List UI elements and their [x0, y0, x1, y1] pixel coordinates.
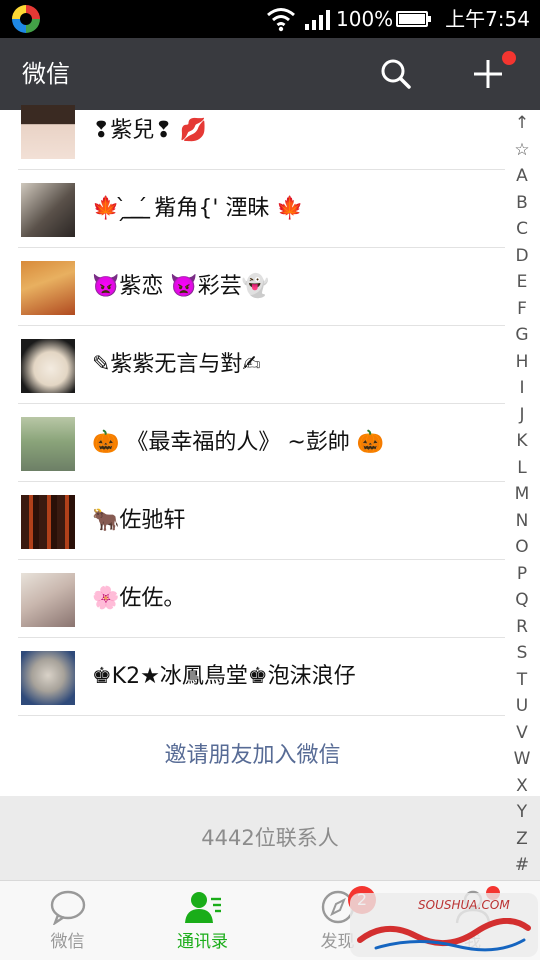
alphabet-index-letter[interactable]: #: [508, 852, 536, 879]
status-bar: 100% 上午7:54: [0, 0, 540, 38]
contact-row[interactable]: ♚K2★冰鳳鳥堂♚泡沫浪仔: [0, 638, 505, 716]
alphabet-index-letter[interactable]: ↑: [508, 110, 536, 137]
avatar: [21, 651, 75, 705]
contact-name: 🐂佐驰轩: [92, 508, 186, 533]
avatar: [21, 261, 75, 315]
avatar: [21, 495, 75, 549]
wifi-icon: [267, 8, 295, 32]
avatar: [21, 105, 75, 159]
alphabet-index-letter[interactable]: D: [508, 243, 536, 270]
contact-count: 4442位联系人: [201, 826, 339, 850]
alphabet-index-letter[interactable]: E: [508, 269, 536, 296]
alphabet-index-letter[interactable]: Y: [508, 799, 536, 826]
contact-row[interactable]: ❢紫兒❢ 💋: [0, 92, 505, 170]
avatar: [21, 183, 75, 237]
contact-row[interactable]: 🐂佐驰轩: [0, 482, 505, 560]
alphabet-index-letter[interactable]: G: [508, 322, 536, 349]
battery-percentage: 100%: [336, 7, 394, 31]
alphabet-index-letter[interactable]: T: [508, 667, 536, 694]
notification-dot: [502, 51, 516, 65]
contact-name: 🌸佐佐。: [92, 586, 186, 611]
contact-name: ✎紫紫无言与對✍: [92, 352, 261, 377]
avatar: [21, 417, 75, 471]
page-title: 微信: [22, 60, 70, 88]
alphabet-index-letter[interactable]: V: [508, 720, 536, 747]
contact-name: 🎃 《最幸福的人》 ~彭帥 🎃: [92, 430, 385, 455]
alphabet-index-letter[interactable]: L: [508, 455, 536, 482]
alphabet-index-letter[interactable]: Q: [508, 587, 536, 614]
contact-row[interactable]: 🌸佐佐。: [0, 560, 505, 638]
avatar: [21, 573, 75, 627]
alphabet-index-letter[interactable]: M: [508, 481, 536, 508]
alphabet-index-letter[interactable]: R: [508, 614, 536, 641]
alphabet-index-letter[interactable]: N: [508, 508, 536, 535]
alphabet-index-letter[interactable]: P: [508, 561, 536, 588]
invite-friends-button[interactable]: 邀请朋友加入微信: [0, 718, 505, 794]
alphabet-index-letter[interactable]: A: [508, 163, 536, 190]
alphabet-index-letter[interactable]: B: [508, 190, 536, 217]
watermark-logo: [357, 918, 531, 952]
tab-chats[interactable]: 微信: [0, 881, 135, 960]
contact-name: ♚K2★冰鳳鳥堂♚泡沫浪仔: [92, 664, 356, 689]
contacts-icon: [185, 892, 221, 923]
contact-row[interactable]: 🍁 ̗̀ ͟ ͟ ́ 觜角{' 湮昧 🍁: [0, 170, 505, 248]
alphabet-index-letter[interactable]: F: [508, 296, 536, 323]
alphabet-index-letter[interactable]: X: [508, 773, 536, 800]
contact-count-footer: 4442位联系人: [0, 796, 540, 880]
battery-icon: [396, 11, 431, 27]
invite-friends-label: 邀请朋友加入微信: [164, 743, 341, 768]
contact-name: 🍁 ̗̀ ͟ ͟ ́ 觜角{' 湮昧 🍁: [92, 196, 304, 221]
contact-row[interactable]: ✎紫紫无言与對✍: [0, 326, 505, 404]
alphabet-index-letter[interactable]: I: [508, 375, 536, 402]
alphabet-index-letter[interactable]: W: [508, 746, 536, 773]
alphabet-index-letter[interactable]: ☆: [508, 137, 536, 164]
avatar: [21, 339, 75, 393]
signal-icon: [305, 10, 330, 30]
alphabet-index-letter[interactable]: J: [508, 402, 536, 429]
alphabet-index-letter[interactable]: K: [508, 428, 536, 455]
alphabet-index[interactable]: ↑ ☆ A B C D E F G H I J K L M N O P Q R S T U V W X Y Z #: [508, 110, 536, 880]
watermark-text: SOUSHUA.COM: [418, 898, 510, 912]
app-notification-icon: [12, 5, 40, 33]
tab-label: 微信: [50, 932, 85, 952]
clock: 上午7:54: [445, 7, 530, 31]
alphabet-index-letter[interactable]: U: [508, 693, 536, 720]
contact-row[interactable]: 👿紫恋 👿彩芸👻: [0, 248, 505, 326]
alphabet-index-letter[interactable]: S: [508, 640, 536, 667]
search-icon[interactable]: [376, 54, 416, 94]
contact-name: ❢紫兒❢ 💋: [92, 118, 208, 143]
alphabet-index-letter[interactable]: O: [508, 534, 536, 561]
alphabet-index-letter[interactable]: H: [508, 349, 536, 376]
chat-bubble-icon: [50, 890, 86, 925]
tab-contacts[interactable]: 通讯录: [135, 881, 270, 960]
contact-row[interactable]: 🎃 《最幸福的人》 ~彭帥 🎃: [0, 404, 505, 482]
tab-label: 通讯录: [177, 932, 228, 952]
alphabet-index-letter[interactable]: C: [508, 216, 536, 243]
alphabet-index-letter[interactable]: Z: [508, 826, 536, 853]
contact-name: 👿紫恋 👿彩芸👻: [92, 274, 270, 299]
